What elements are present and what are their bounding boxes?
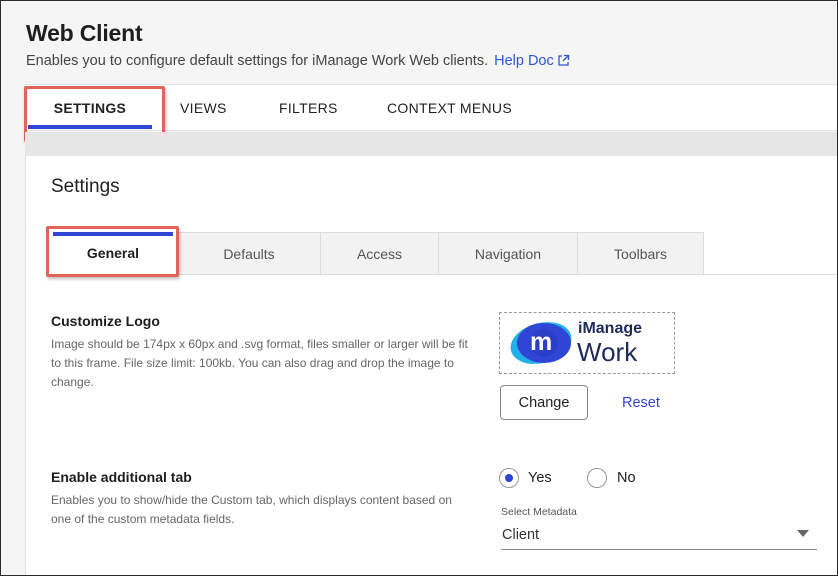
customize-logo-description: Image should be 174px x 60px and .svg fo… [51, 337, 468, 389]
tab-context-menus[interactable]: CONTEXT MENUS [387, 85, 512, 131]
additional-tab-description: Enables you to show/hide the Custom tab,… [51, 493, 452, 526]
select-metadata-value[interactable]: Client [502, 527, 539, 543]
tab-views[interactable]: VIEWS [180, 85, 227, 131]
page-title: Web Client [26, 20, 143, 46]
customize-logo-title: Customize Logo [51, 313, 160, 329]
help-doc-label[interactable]: Help Doc [494, 53, 554, 69]
subtab-toolbars[interactable]: Toolbars [577, 232, 704, 274]
subtab-access-label[interactable]: Access [357, 246, 402, 262]
imanage-logo: m iManage Work [510, 319, 670, 367]
subtab-toolbars-label[interactable]: Toolbars [614, 246, 667, 262]
select-metadata-label: Select Metadata [501, 506, 577, 518]
radio-yes-label[interactable]: Yes [528, 470, 552, 486]
external-link-icon[interactable] [557, 54, 570, 71]
subtitle-text: Enables you to configure default setting… [26, 53, 489, 69]
help-doc-link[interactable]: Help Doc [494, 53, 570, 69]
tab-context-menus-label[interactable]: CONTEXT MENUS [387, 100, 512, 116]
radio-yes[interactable] [499, 468, 519, 488]
general-tab-highlight [46, 226, 179, 277]
radio-no[interactable] [587, 468, 607, 488]
tab-filters-label[interactable]: FILTERS [279, 100, 338, 116]
logo-mark-letter: m [530, 328, 553, 356]
separator-band [25, 132, 838, 156]
logo-text-imanage: iManage [578, 320, 643, 337]
subtab-navigation-label[interactable]: Navigation [475, 246, 541, 262]
subtab-access[interactable]: Access [320, 232, 439, 274]
reset-logo-button[interactable]: Reset [622, 395, 660, 411]
tab-filters[interactable]: FILTERS [279, 85, 338, 131]
subtab-defaults-label[interactable]: Defaults [223, 246, 274, 262]
change-logo-button[interactable]: Change [500, 385, 588, 420]
header: Web Client [26, 20, 143, 47]
logo-drop-frame[interactable]: m iManage Work [499, 312, 675, 374]
tab-views-label[interactable]: VIEWS [180, 100, 227, 116]
subtab-navigation[interactable]: Navigation [438, 232, 578, 274]
settings-panel: Settings General Defaults Access Navigat… [25, 156, 838, 576]
additional-tab-title: Enable additional tab [51, 469, 192, 485]
logo-text-work: Work [577, 337, 638, 367]
subtab-defaults[interactable]: Defaults [177, 232, 321, 274]
select-metadata-dropdown[interactable]: Client [501, 521, 817, 550]
page-subtitle: Enables you to configure default setting… [26, 53, 570, 71]
section-title: Settings [51, 176, 120, 197]
radio-no-label[interactable]: No [617, 470, 636, 486]
caret-down-icon[interactable] [797, 530, 809, 537]
